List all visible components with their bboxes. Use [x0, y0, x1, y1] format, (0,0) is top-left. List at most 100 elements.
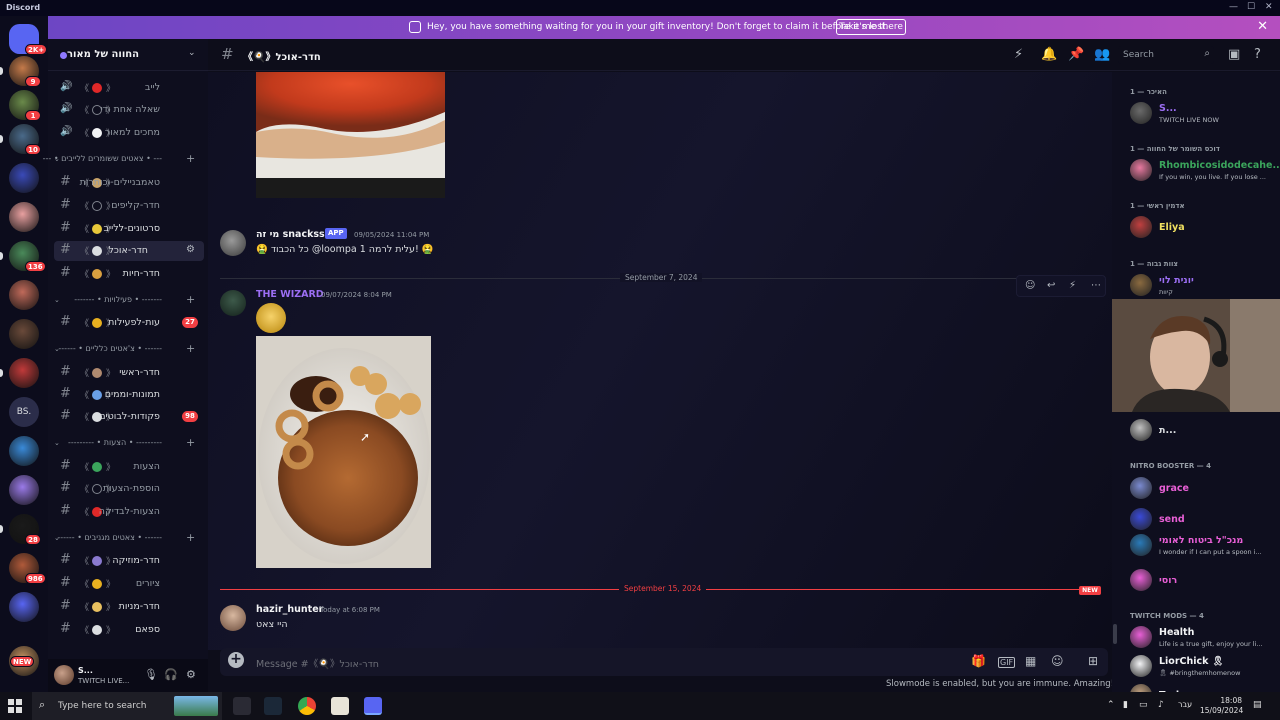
- notepad-icon[interactable]: [331, 697, 349, 715]
- system-clock[interactable]: 18:08 15/09/2024: [1200, 696, 1243, 716]
- message-author[interactable]: THE WIZARD: [256, 289, 324, 300]
- text-channel[interactable]: # 《》 חדר-חיות: [54, 264, 204, 284]
- maximize-icon[interactable]: ☐: [1247, 2, 1255, 12]
- tray-chevron-icon[interactable]: ⌃: [1107, 700, 1115, 710]
- microphone-icon[interactable]: 🎙: [144, 668, 158, 681]
- minimize-icon[interactable]: —: [1229, 2, 1238, 12]
- text-channel[interactable]: # 《》 הצעות-לבדיקה: [54, 502, 204, 522]
- member-item[interactable]: ת...: [1130, 415, 1278, 445]
- avatar[interactable]: [220, 230, 246, 256]
- member-item[interactable]: grace: [1130, 473, 1278, 503]
- message-input[interactable]: + Message #《🍳》חדר-אוכל 🎁 GIF ▦ ☺ ⊞: [220, 648, 1108, 676]
- members-icon[interactable]: 👥: [1094, 47, 1110, 62]
- steam-icon[interactable]: [264, 697, 282, 715]
- windows-start-icon[interactable]: [8, 699, 22, 713]
- member-item[interactable]: רוסי: [1130, 565, 1278, 595]
- server-icon[interactable]: [9, 436, 39, 466]
- notifications-icon[interactable]: ▤: [1253, 700, 1262, 710]
- channel-category[interactable]: ⌄ --- • צאטים ששומרים ללייבים • --- +: [43, 152, 204, 167]
- server-icon[interactable]: [9, 319, 39, 349]
- help-icon[interactable]: ?: [1254, 47, 1261, 62]
- gear-icon[interactable]: ⚙: [186, 244, 195, 255]
- voice-channel[interactable]: 🔊 《》 מחכים למאור: [54, 123, 204, 143]
- food-image-top[interactable]: [256, 72, 445, 198]
- channel-category[interactable]: ⌄ ------- • פעילויות • ------- +: [54, 293, 204, 308]
- emoji-icon[interactable]: ☺: [1051, 654, 1064, 668]
- voice-channel[interactable]: 🔊 《》 לייב: [54, 78, 204, 98]
- text-channel[interactable]: # 《》 עות-לפעילות 27: [54, 313, 204, 333]
- member-item[interactable]: Turkey: [1130, 680, 1278, 692]
- avatar[interactable]: [220, 605, 246, 631]
- message-author[interactable]: hazir_hunter: [256, 604, 323, 615]
- guild-header[interactable]: החווה של מאור ⌄: [48, 39, 208, 71]
- server-icon[interactable]: [9, 475, 39, 505]
- sticker-picker-icon[interactable]: ▦: [1025, 654, 1036, 668]
- avatar[interactable]: [54, 665, 74, 685]
- more-icon[interactable]: ⋯: [1091, 280, 1101, 291]
- gif-icon[interactable]: GIF: [998, 657, 1016, 668]
- add-channel-icon[interactable]: +: [186, 531, 195, 544]
- channel-category[interactable]: ⌄ --------- • הצעות • --------- +: [54, 436, 204, 451]
- member-item[interactable]: S... TWITCH LIVE NOW: [1130, 98, 1278, 128]
- channel-category[interactable]: ⌄ ------ • צ'אטים כלליים • ------ +: [54, 342, 204, 357]
- member-item[interactable]: מנכ"ל ביטוח לאומי I wonder if I can put a…: [1130, 530, 1278, 560]
- bell-icon[interactable]: 🔔: [1041, 47, 1057, 62]
- message-author[interactable]: מי זה snacksss: [256, 229, 330, 240]
- taskbar-search-input[interactable]: ⌕ Type here to search: [32, 692, 222, 720]
- search-input[interactable]: Search ⌕: [1118, 46, 1214, 64]
- text-channel[interactable]: # 《》 ציורים: [54, 574, 204, 594]
- member-item[interactable]: Eliya: [1130, 212, 1278, 242]
- add-reaction-icon[interactable]: ☺: [1025, 280, 1035, 291]
- server-icon[interactable]: [9, 592, 39, 622]
- add-channel-icon[interactable]: +: [186, 342, 195, 355]
- text-channel[interactable]: # 《》 תמונות-וממים: [54, 385, 204, 405]
- gear-icon[interactable]: ⚙: [186, 668, 196, 681]
- reply-icon[interactable]: ↩: [1047, 280, 1055, 291]
- text-channel[interactable]: # 《》 סרטונים-ללייב: [54, 219, 204, 239]
- text-channel[interactable]: # 《》 חדר-מניות: [54, 597, 204, 617]
- member-item[interactable]: Rhombicosidodecahe... If you win, you liv…: [1130, 155, 1280, 185]
- text-channel[interactable]: # 《》 חדר-אוכל ⚙: [54, 241, 204, 261]
- headphones-icon[interactable]: 🎧: [164, 668, 178, 681]
- member-item[interactable]: LiorChick 🎗 🎗 #bringthemhomenow: [1130, 651, 1278, 681]
- language-indicator[interactable]: עבר: [1178, 700, 1192, 709]
- banner-close-icon[interactable]: ✕: [1257, 20, 1268, 33]
- text-channel[interactable]: # 《》 חדר-קליפים: [54, 196, 204, 216]
- server-icon[interactable]: [9, 358, 39, 388]
- obs-icon[interactable]: [233, 697, 251, 715]
- take-me-there-button[interactable]: Take me there: [836, 19, 906, 35]
- threads-icon[interactable]: ⚡: [1014, 47, 1023, 62]
- member-item[interactable]: יונית לוי קיוות: [1130, 270, 1278, 300]
- chrome-icon[interactable]: [298, 697, 316, 715]
- gift-icon[interactable]: 🎁: [971, 654, 986, 668]
- network-icon[interactable]: ▭: [1139, 700, 1148, 710]
- server-icon[interactable]: [9, 280, 39, 310]
- text-channel[interactable]: # 《》 ספאם: [54, 620, 204, 640]
- apps-icon[interactable]: ⊞: [1088, 654, 1098, 668]
- close-window-icon[interactable]: ✕: [1265, 2, 1273, 12]
- voice-channel[interactable]: 🔊 《》 שאלה אחת ודי: [54, 100, 204, 120]
- avatar[interactable]: [220, 290, 246, 316]
- add-channel-icon[interactable]: +: [186, 293, 195, 306]
- add-channel-icon[interactable]: +: [186, 436, 195, 449]
- add-channel-icon[interactable]: +: [186, 152, 195, 165]
- add-attachment-icon[interactable]: +: [228, 652, 244, 668]
- volume-icon[interactable]: ♪: [1158, 700, 1164, 710]
- channel-category[interactable]: ⌄ ------ • צאטים מגניבים • ------ +: [54, 531, 204, 546]
- pin-icon[interactable]: 📌: [1068, 47, 1084, 62]
- inbox-icon[interactable]: ▣: [1228, 47, 1240, 62]
- server-icon[interactable]: [9, 163, 39, 193]
- text-channel[interactable]: # 《》 טאמבניילים-וכותרות: [54, 173, 204, 193]
- text-channel[interactable]: # 《》 הוספת-הצעות: [54, 479, 204, 499]
- server-icon[interactable]: BS.: [9, 397, 39, 427]
- text-channel[interactable]: # 《》 הצעות: [54, 457, 204, 477]
- text-channel[interactable]: # 《》 חדר-מוזיקה: [54, 551, 204, 571]
- text-channel[interactable]: # 《》 חדר-ראשי: [54, 363, 204, 383]
- scrollbar[interactable]: [1113, 624, 1117, 644]
- server-icon[interactable]: [9, 202, 39, 232]
- chevron-down-icon[interactable]: ⌄: [188, 48, 196, 58]
- member-item[interactable]: Health Life is a true gift, enjoy your li…: [1130, 622, 1278, 652]
- text-channel[interactable]: # 《》 פקודות-לבוטים 98: [54, 407, 204, 427]
- discord-icon[interactable]: [364, 697, 382, 715]
- thread-icon[interactable]: ⚡: [1069, 280, 1076, 291]
